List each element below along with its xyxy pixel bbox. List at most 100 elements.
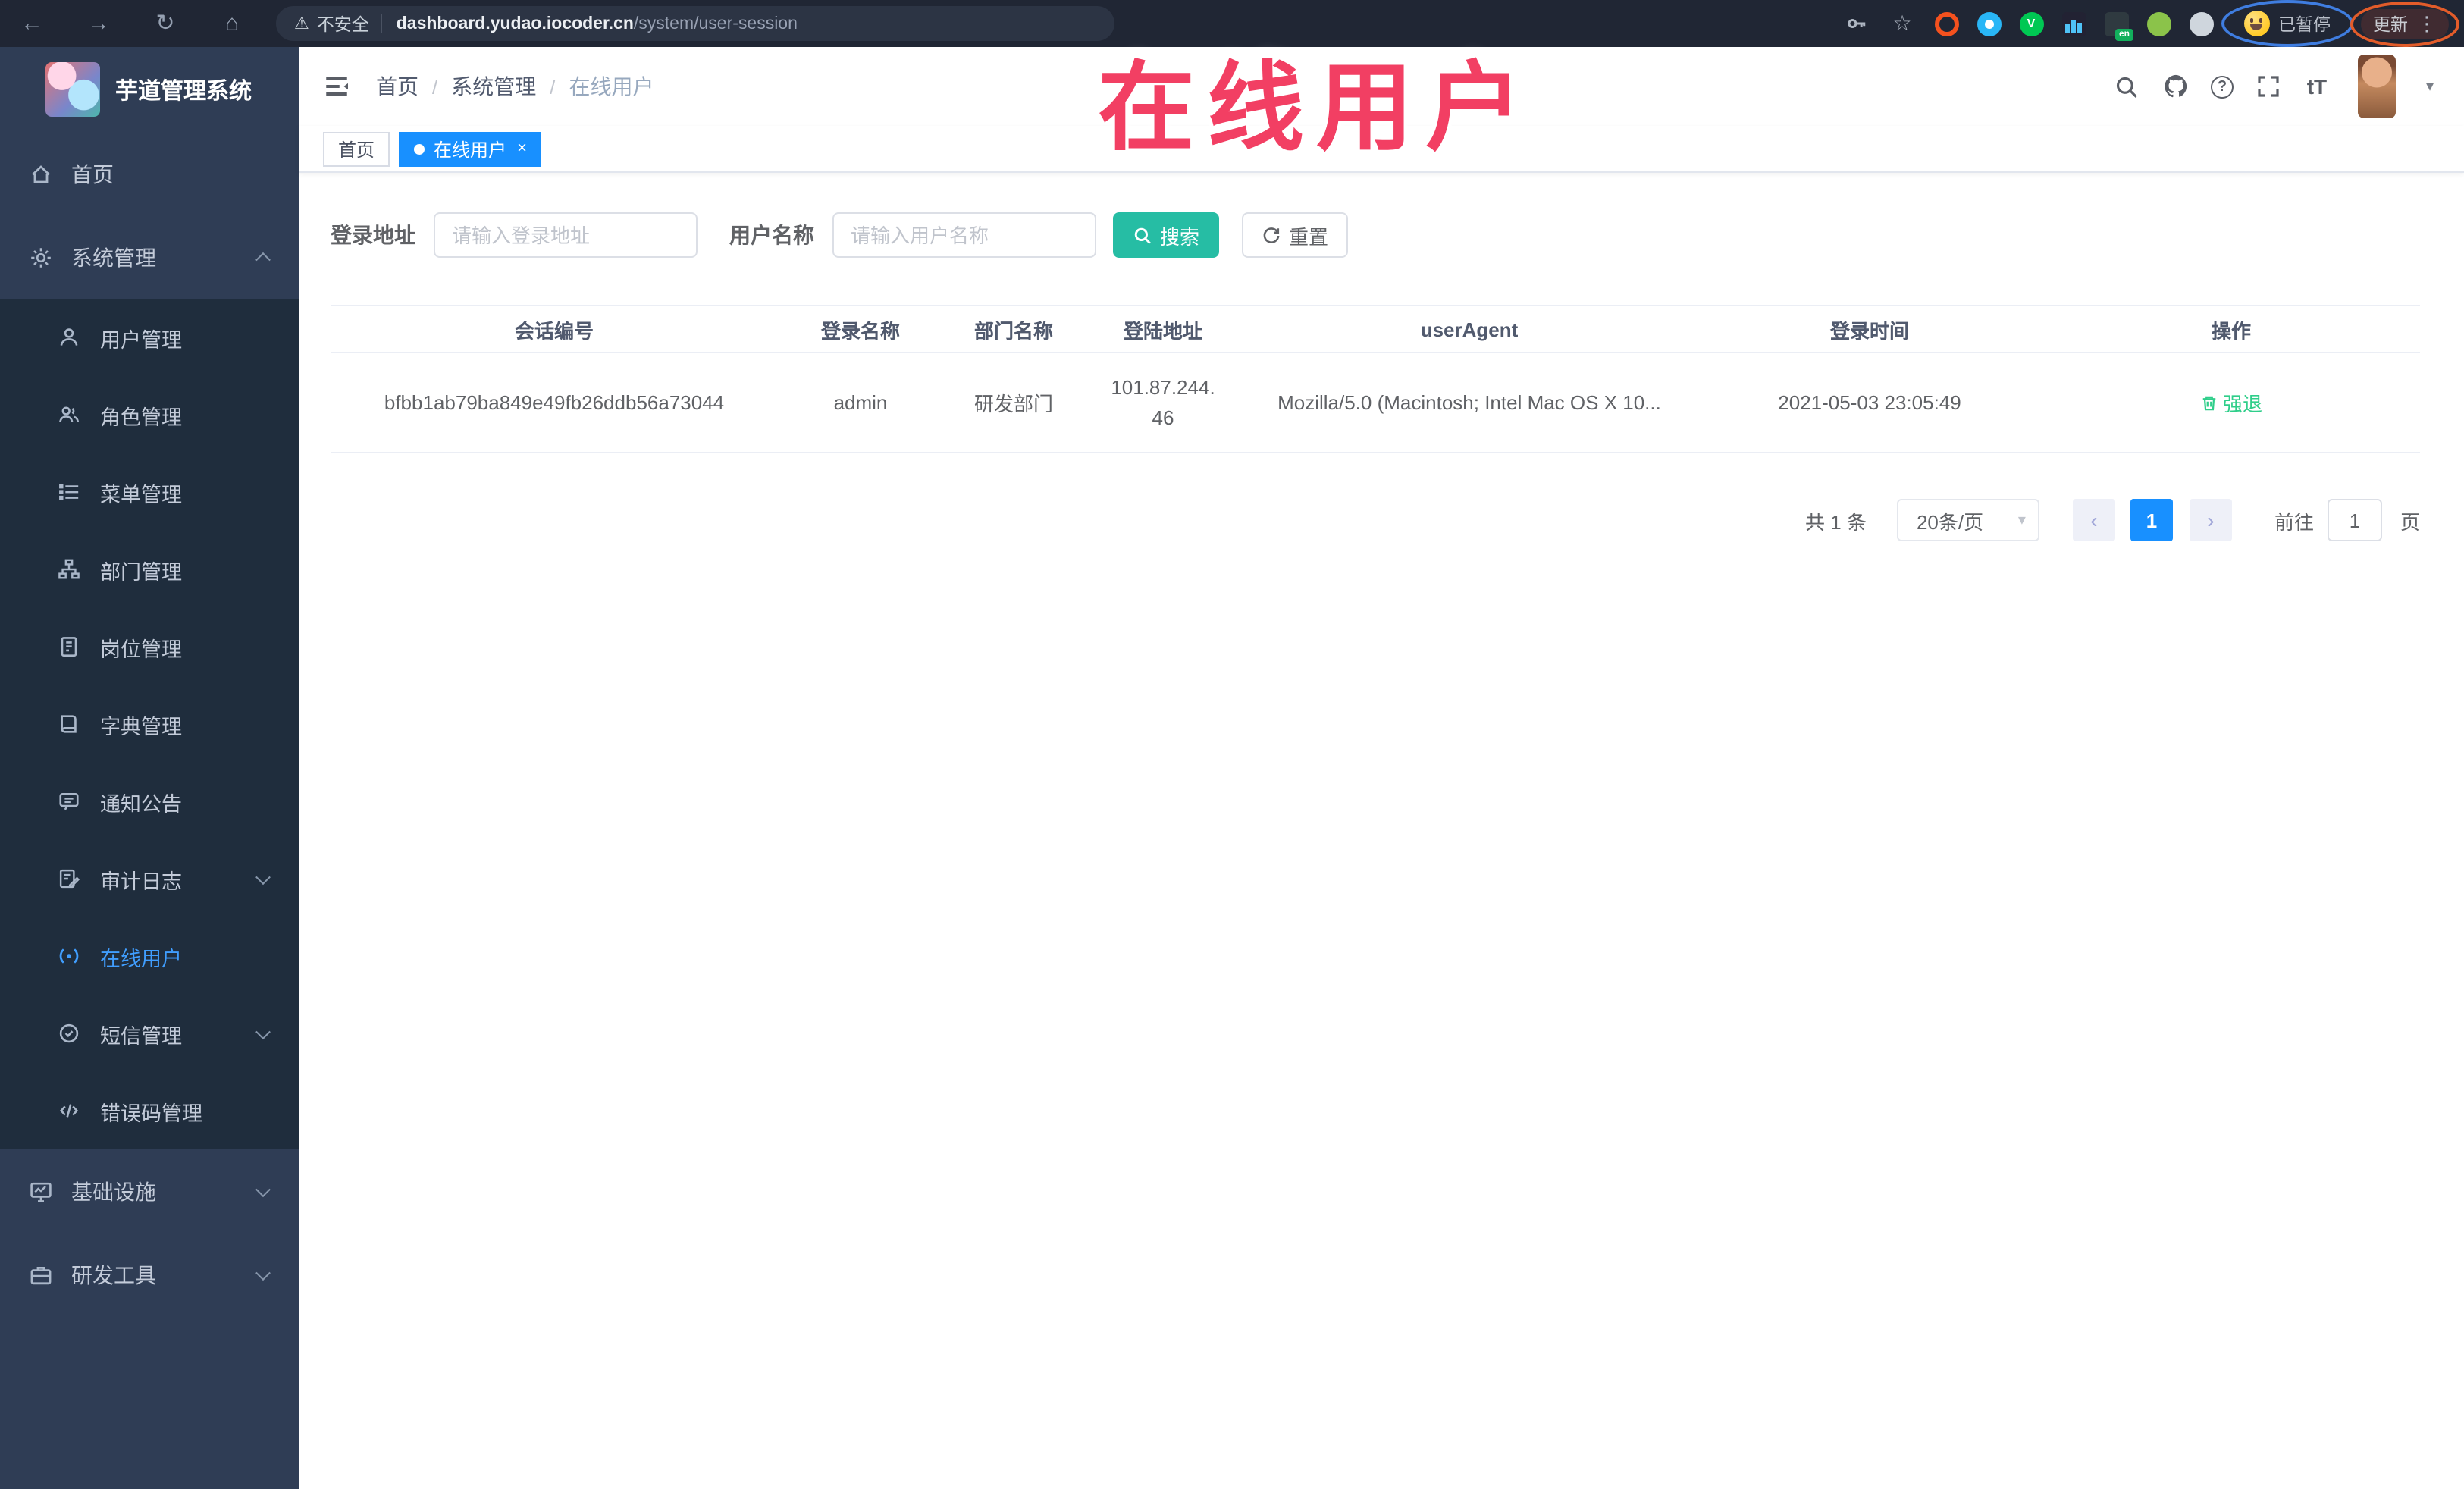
extension-icon-1[interactable] (1934, 11, 1958, 36)
cell-login-time: 2021-05-03 23:05:49 (1697, 353, 2042, 453)
username-label: 用户名称 (729, 223, 814, 247)
reset-button-label: 重置 (1289, 225, 1329, 248)
warning-icon: ⚠ (294, 15, 309, 33)
cell-username: admin (778, 353, 943, 453)
sidebar-item-label: 短信管理 (100, 1024, 182, 1047)
app-logo (45, 62, 100, 117)
sidebar-item-depts[interactable]: 部门管理 (0, 531, 299, 608)
col-actions: 操作 (2042, 305, 2420, 353)
page-size-select[interactable]: 20条/页 ▾ (1896, 499, 2039, 541)
search-form: 登录地址 用户名称 搜索 重置 (331, 212, 2420, 258)
back-icon[interactable]: ← (18, 12, 45, 35)
extension-icon-3[interactable]: V (2019, 11, 2043, 36)
shield-check-icon (56, 1020, 82, 1046)
hamburger-icon[interactable] (321, 71, 352, 102)
sidebar-item-posts[interactable]: 岗位管理 (0, 608, 299, 685)
col-useragent: userAgent (1242, 305, 1697, 353)
cell-session-id: bfbb1ab79ba849e49fb26ddb56a73044 (331, 353, 778, 453)
app-logo-row[interactable]: 芋道管理系统 (0, 47, 299, 132)
profile-paused-chip[interactable]: 已暂停 (2221, 0, 2353, 47)
help-icon[interactable]: ? (2210, 75, 2234, 98)
chevron-down-icon[interactable]: ▾ (2426, 78, 2434, 95)
message-icon (56, 788, 82, 814)
tab-online-users[interactable]: 在线用户 × (399, 131, 542, 166)
cell-useragent: Mozilla/5.0 (Macintosh; Intel Mac OS X 1… (1242, 353, 1697, 453)
security-label[interactable]: 不安全 (317, 11, 369, 36)
sidebar-item-label: 角色管理 (100, 406, 182, 428)
browser-actions: ☆ V en 已暂停 更新 ⋮ (1843, 0, 2459, 47)
total-count: 共 1 条 (1805, 510, 1867, 533)
sidebar-item-roles[interactable]: 角色管理 (0, 376, 299, 453)
home-icon[interactable]: ⌂ (218, 12, 246, 35)
sidebar-item-system[interactable]: 系统管理 (0, 215, 299, 299)
breadcrumb-separator: / (550, 75, 556, 98)
sidebar-item-infra[interactable]: 基础设施 (0, 1149, 299, 1233)
search-icon[interactable] (2114, 73, 2141, 100)
ip-line: 46 (1152, 406, 1174, 428)
close-icon[interactable]: × (517, 139, 527, 157)
app-title: 芋道管理系统 (115, 78, 252, 104)
address-bar[interactable]: ⚠ 不安全 dashboard.yudao.iocoder.cn/system/… (276, 6, 1114, 41)
emoji-avatar-icon (2243, 11, 2269, 36)
sidebar: 芋道管理系统 首页 系统管理 用户管理 角色管理 菜单管理 部门管理 岗位管理 … (0, 47, 299, 1489)
browser-menu-icon[interactable]: ⋮ (2417, 11, 2437, 36)
book-icon (56, 711, 82, 737)
extension-icon-4[interactable] (2061, 11, 2086, 36)
goto-label: 前往 (2274, 510, 2314, 533)
sidebar-item-devtools[interactable]: 研发工具 (0, 1233, 299, 1316)
sidebar-item-dict[interactable]: 字典管理 (0, 685, 299, 763)
address-input[interactable] (434, 212, 698, 258)
search-button[interactable]: 搜索 (1113, 212, 1220, 258)
tree-icon (56, 556, 82, 582)
reset-button[interactable]: 重置 (1242, 212, 1349, 258)
col-session-id: 会话编号 (331, 305, 778, 353)
sidebar-item-label: 审计日志 (100, 870, 182, 892)
key-icon[interactable] (1843, 10, 1870, 37)
next-page-button[interactable]: › (2189, 499, 2232, 541)
extensions-icon[interactable] (2189, 11, 2213, 36)
extension-icon-2[interactable] (1977, 11, 2001, 36)
sidebar-item-label: 基础设施 (71, 1179, 156, 1203)
forward-icon[interactable]: → (85, 12, 112, 35)
extension-icon-5[interactable]: en (2104, 11, 2133, 40)
sidebar-item-menus[interactable]: 菜单管理 (0, 453, 299, 531)
reload-icon[interactable]: ↻ (152, 12, 179, 35)
cell-ip: 101.87.244. 46 (1084, 353, 1242, 453)
sidebar-item-label: 岗位管理 (100, 638, 182, 660)
users-icon (56, 402, 82, 428)
goto-page-input[interactable] (2327, 499, 2382, 541)
breadcrumb-system[interactable]: 系统管理 (451, 71, 536, 102)
username-input[interactable] (832, 212, 1096, 258)
chevron-down-icon (255, 869, 271, 885)
sidebar-item-label: 通知公告 (100, 792, 182, 815)
system-submenu: 用户管理 角色管理 菜单管理 部门管理 岗位管理 字典管理 通知公告 审计日志 … (0, 299, 299, 1149)
page-size-value: 20条/页 (1916, 510, 1984, 533)
github-icon[interactable] (2162, 73, 2190, 100)
sidebar-item-online-users[interactable]: 在线用户 (0, 917, 299, 995)
code-icon (56, 1098, 82, 1124)
divider (381, 14, 383, 33)
extension-icon-6[interactable] (2146, 11, 2171, 36)
sidebar-item-sms[interactable]: 短信管理 (0, 995, 299, 1072)
sidebar-item-users[interactable]: 用户管理 (0, 299, 299, 376)
sidebar-item-errorcode[interactable]: 错误码管理 (0, 1072, 299, 1149)
col-username: 登录名称 (778, 305, 943, 353)
force-logout-button[interactable]: 强退 (2200, 388, 2262, 417)
sidebar-item-home[interactable]: 首页 (0, 132, 299, 215)
col-dept: 部门名称 (943, 305, 1084, 353)
sidebar-item-label: 字典管理 (100, 715, 182, 738)
sidebar-item-label: 首页 (71, 161, 114, 186)
prev-page-button[interactable]: ‹ (2072, 499, 2115, 541)
update-chip[interactable]: 更新 ⋮ (2350, 1, 2459, 46)
sidebar-item-audit-log[interactable]: 审计日志 (0, 840, 299, 917)
sidebar-item-notice[interactable]: 通知公告 (0, 763, 299, 840)
avatar[interactable] (2357, 55, 2396, 118)
fullscreen-icon[interactable] (2255, 73, 2282, 100)
bookmark-star-icon[interactable]: ☆ (1889, 10, 1916, 37)
breadcrumb-home[interactable]: 首页 (376, 71, 419, 102)
tab-home[interactable]: 首页 (323, 131, 390, 166)
page-number-1[interactable]: 1 (2130, 499, 2173, 541)
font-size-icon[interactable]: tT (2303, 73, 2331, 100)
page-unit-label: 页 (2400, 510, 2420, 533)
sidebar-item-label: 菜单管理 (100, 483, 182, 506)
